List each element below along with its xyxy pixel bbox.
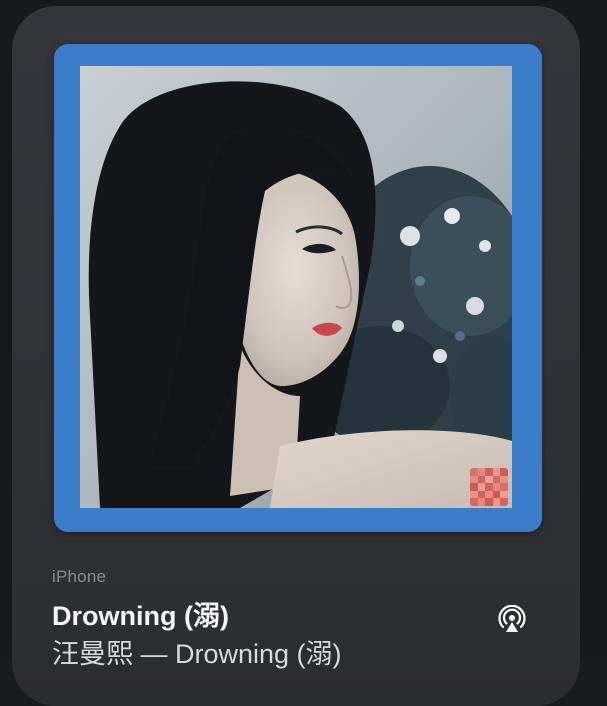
album-artwork-frame[interactable] [54, 44, 542, 532]
album-cover-photo [80, 66, 512, 508]
airplay-audio-icon [498, 605, 526, 632]
now-playing-screen: iPhone Drowning (溺) 汪曼熙 — Drowning (溺) [0, 0, 607, 706]
album-artwork [80, 66, 512, 508]
track-title: Drowning (溺) [52, 601, 229, 631]
playback-source-label: iPhone [52, 567, 107, 586]
now-playing-card: iPhone Drowning (溺) 汪曼熙 — Drowning (溺) [12, 6, 580, 706]
artist-album-subtitle: 汪曼熙 — Drowning (溺) [52, 639, 342, 669]
airplay-button[interactable] [492, 600, 532, 640]
pixelated-watermark [470, 468, 508, 506]
